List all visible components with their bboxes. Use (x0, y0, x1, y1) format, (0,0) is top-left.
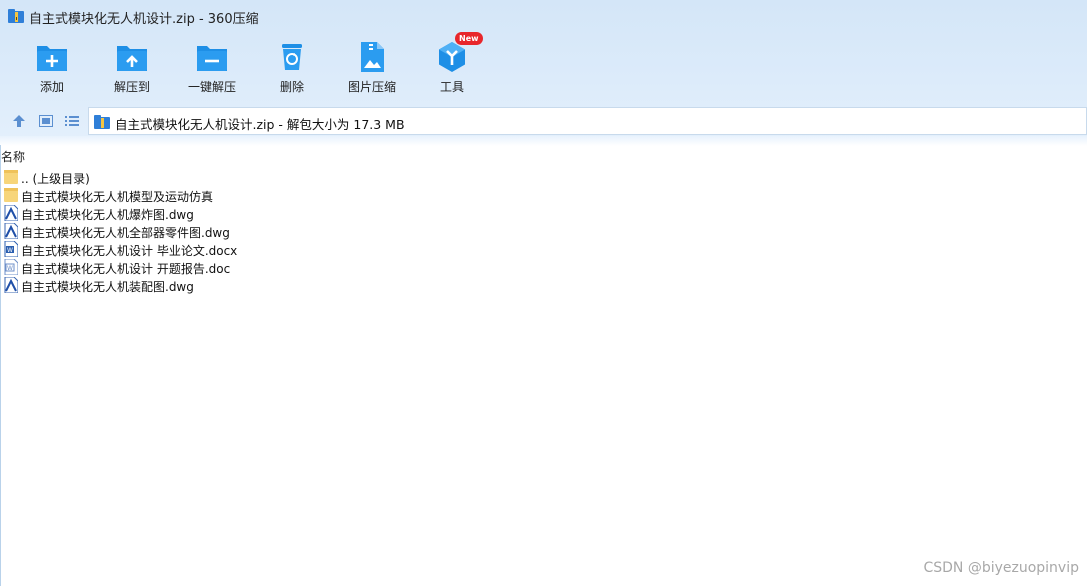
tools-button[interactable]: 工具 (416, 40, 488, 98)
list-item[interactable]: 自主式模块化无人机爆炸图.dwg (0, 204, 600, 222)
file-name: 自主式模块化无人机爆炸图.dwg (21, 208, 194, 222)
extract-to-label: 解压到 (113, 80, 150, 94)
extract-folder-icon (117, 46, 147, 71)
one-click-extract-label: 一键解压 (187, 80, 236, 94)
up-arrow-icon[interactable] (12, 114, 26, 128)
title-bar: 自主式模块化无人机设计.zip - 360压缩 (0, 0, 1087, 32)
one-click-extract-button[interactable]: 一键解压 (176, 40, 248, 98)
docx-file-icon: W (4, 241, 18, 257)
file-name: 自主式模块化无人机设计 开题报告.doc (21, 262, 231, 276)
list-item[interactable]: 自主式模块化无人机装配图.dwg (0, 276, 600, 294)
list-item[interactable]: W 自主式模块化无人机设计 开题报告.doc (0, 258, 600, 276)
list-item[interactable]: 自主式模块化无人机模型及运动仿真 (0, 186, 600, 204)
address-text: 自主式模块化无人机设计.zip - 解包大小为 17.3 MB (115, 117, 405, 132)
file-name: .. (上级目录) (21, 172, 90, 186)
watermark: CSDN @biyezuopinvip (923, 560, 1079, 576)
doc-file-icon: W (4, 259, 18, 275)
navigation-bar: 自主式模块化无人机设计.zip - 解包大小为 17.3 MB (0, 106, 1087, 136)
one-click-extract-icon (197, 46, 227, 71)
file-name: 自主式模块化无人机全部器零件图.dwg (21, 226, 230, 240)
dwg-file-icon (4, 277, 18, 293)
image-compress-label: 图片压缩 (347, 80, 396, 94)
file-name: 自主式模块化无人机装配图.dwg (21, 280, 194, 294)
svg-text:W: W (7, 265, 13, 272)
tools-label: 工具 (439, 80, 464, 94)
add-folder-icon (37, 46, 67, 71)
archive-icon (94, 115, 110, 129)
delete-button[interactable]: 删除 (256, 40, 328, 98)
header-divider (0, 136, 1087, 146)
address-bar[interactable]: 自主式模块化无人机设计.zip - 解包大小为 17.3 MB (88, 107, 1087, 135)
dwg-file-icon (4, 223, 18, 239)
image-compress-button[interactable]: 图片压缩 (336, 40, 408, 98)
folder-icon (4, 170, 18, 184)
list-item[interactable]: 自主式模块化无人机全部器零件图.dwg (0, 222, 600, 240)
thumbnail-view-icon[interactable] (39, 114, 53, 128)
column-header-name[interactable]: 名称 (1, 148, 25, 165)
recycle-bin-icon (282, 44, 302, 70)
new-badge: New (455, 32, 483, 45)
folder-icon (4, 188, 18, 202)
list-item[interactable]: W 自主式模块化无人机设计 毕业论文.docx (0, 240, 600, 258)
list-view-icon[interactable] (65, 114, 79, 128)
dwg-file-icon (4, 205, 18, 221)
delete-label: 删除 (279, 80, 304, 94)
svg-text:W: W (7, 247, 13, 254)
add-label: 添加 (39, 80, 64, 94)
add-button[interactable]: 添加 (16, 40, 88, 98)
tools-cube-icon (439, 42, 465, 72)
archive-icon (8, 9, 24, 23)
image-file-icon (361, 42, 384, 72)
file-name: 自主式模块化无人机设计 毕业论文.docx (21, 244, 238, 258)
extract-to-button[interactable]: 解压到 (96, 40, 168, 98)
window-title: 自主式模块化无人机设计.zip - 360压缩 (29, 12, 259, 27)
file-name: 自主式模块化无人机模型及运动仿真 (21, 190, 214, 204)
list-item-parent-directory[interactable]: .. (上级目录) (0, 168, 600, 186)
